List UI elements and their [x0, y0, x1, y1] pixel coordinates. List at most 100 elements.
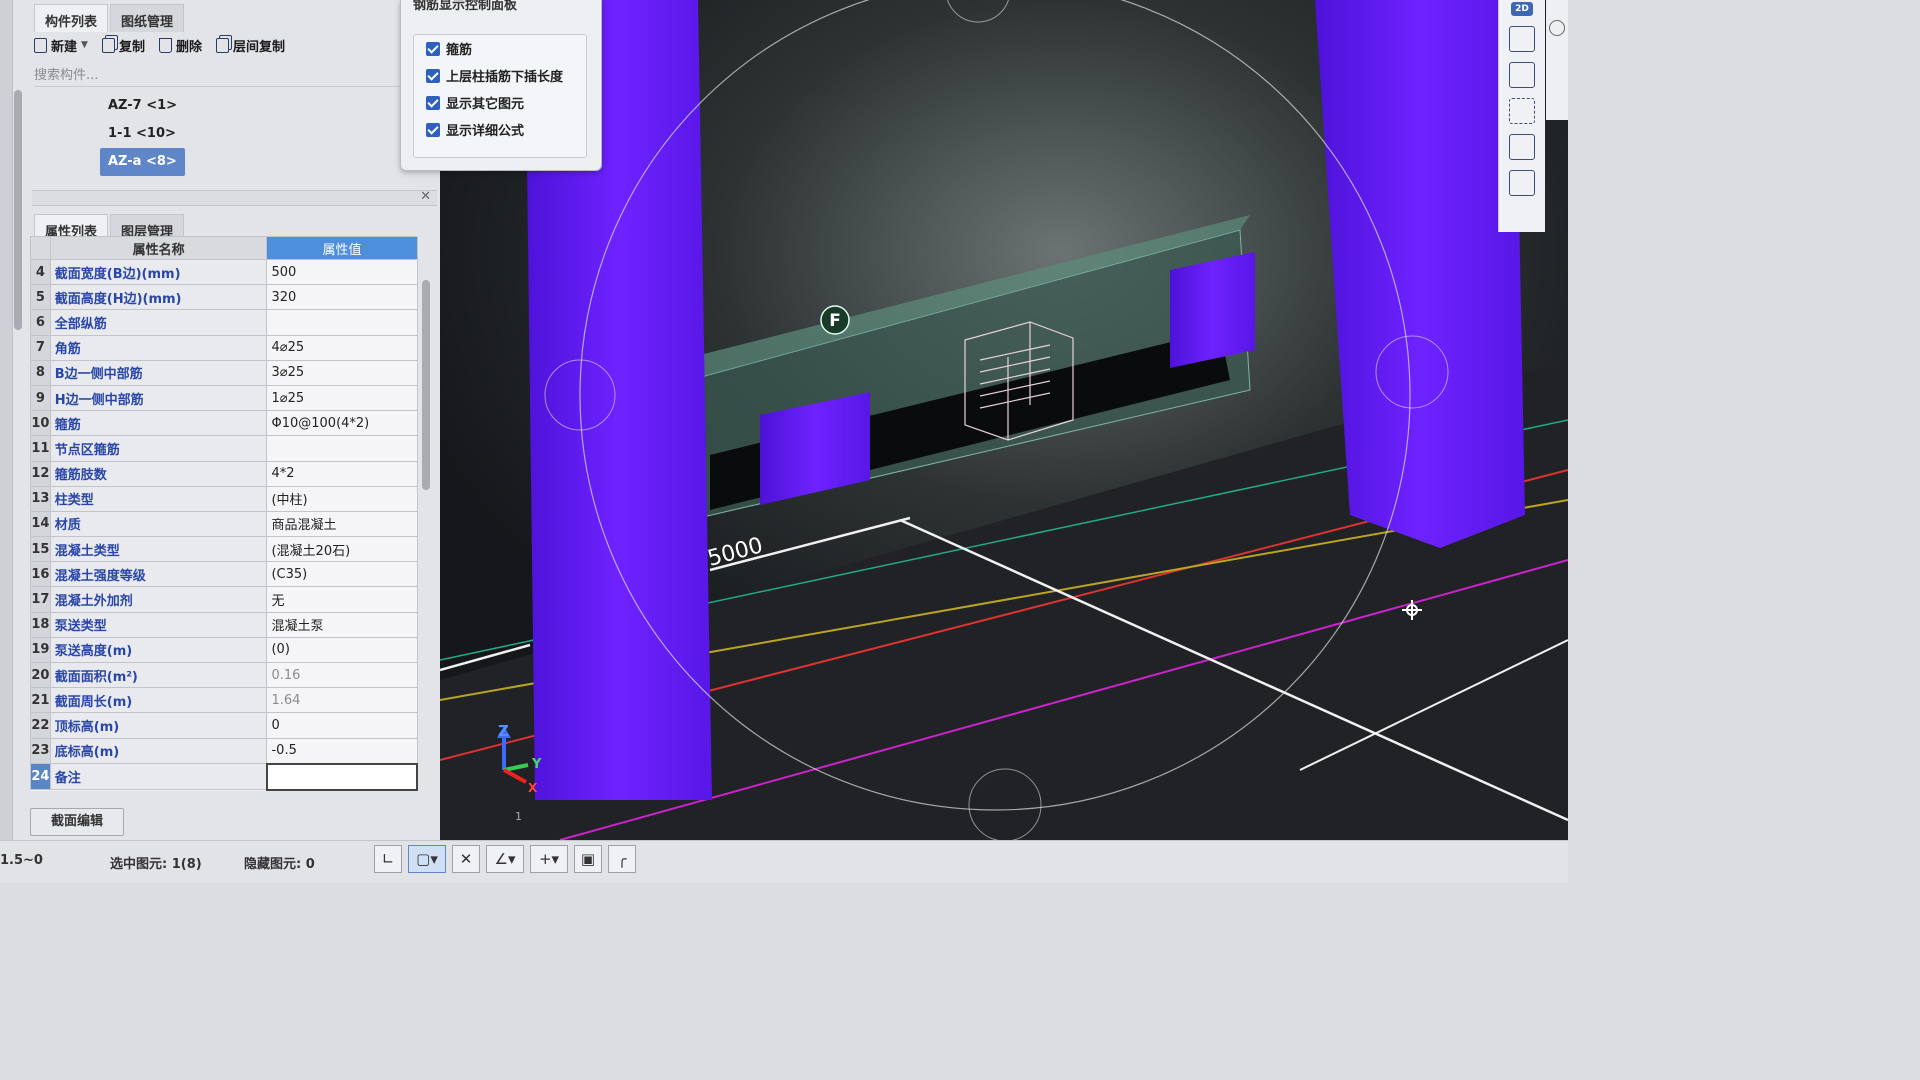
- new-button[interactable]: 新建 ▼: [34, 36, 88, 55]
- property-value[interactable]: 无: [266, 586, 418, 613]
- property-value[interactable]: 4*2: [266, 460, 418, 487]
- column-header-name[interactable]: 属性名称: [49, 236, 268, 260]
- property-value[interactable]: 1⌀25: [266, 384, 418, 412]
- tab-drawing-management[interactable]: 图纸管理: [110, 4, 185, 32]
- tab-component-list[interactable]: 构件列表: [34, 4, 109, 32]
- fit-view-icon[interactable]: [1509, 98, 1535, 124]
- property-value[interactable]: (混凝土20石): [266, 536, 418, 563]
- property-value[interactable]: 混凝土泵: [266, 611, 418, 638]
- close-icon[interactable]: ✕: [420, 189, 431, 204]
- column-header-value[interactable]: 属性值: [266, 236, 418, 260]
- table-row[interactable]: 22 顶标高(m) 0: [30, 712, 418, 739]
- table-row[interactable]: 14 材质 商品混凝土: [30, 510, 418, 538]
- checkbox-label: 显示其它图元: [446, 97, 525, 112]
- chevron-down-icon[interactable]: ▼: [81, 40, 88, 50]
- property-name: 全部纵筋: [49, 309, 268, 336]
- layer-display-icon[interactable]: ▣: [574, 845, 602, 873]
- delete-button[interactable]: 删除: [158, 36, 202, 55]
- table-row[interactable]: 17 混凝土外加剂无: [30, 586, 418, 613]
- table-row[interactable]: 20 截面面积(m²) 0.16: [30, 661, 418, 689]
- property-value[interactable]: Φ10@100(4*2): [266, 410, 418, 437]
- table-row[interactable]: 4 截面宽度(B边)(mm) 500: [30, 258, 418, 286]
- table-row[interactable]: 6 全部纵筋: [30, 309, 418, 336]
- table-row[interactable]: 9 H边一侧中部筋 1⌀25: [30, 384, 418, 412]
- view-iso-icon[interactable]: [1509, 62, 1535, 88]
- property-value[interactable]: (0): [266, 636, 418, 664]
- property-value[interactable]: 320: [266, 284, 418, 311]
- list-item-selected[interactable]: AZ-a <8>: [100, 148, 340, 176]
- arc-icon[interactable]: ╭: [608, 845, 636, 873]
- list-item[interactable]: 1-1 <10>: [100, 120, 340, 148]
- select-box-icon[interactable]: ▢▾: [408, 845, 446, 873]
- property-value[interactable]: [266, 309, 418, 336]
- floor-copy-icon: [215, 37, 229, 53]
- floor-copy-button[interactable]: 层间复制: [215, 36, 285, 55]
- property-name: 节点区箍筋: [49, 435, 268, 462]
- table-row[interactable]: 11 节点区箍筋: [30, 435, 418, 462]
- property-value[interactable]: (C35): [266, 561, 418, 588]
- table-row[interactable]: 23 底标高(m) -0.5: [30, 737, 418, 765]
- checkbox-checked-icon[interactable]: [426, 95, 440, 110]
- property-value[interactable]: 0: [266, 712, 418, 739]
- component-list: AZ-7 <1> 1-1 <10> AZ-a <8>: [100, 92, 340, 176]
- hidden-count: 隐藏图元: 0: [244, 857, 315, 872]
- view-2d-button[interactable]: 2D: [1511, 2, 1533, 16]
- property-value[interactable]: [265, 762, 419, 791]
- checkbox-stirrup[interactable]: 箍筋: [414, 35, 586, 62]
- property-value[interactable]: 3⌀25: [266, 359, 418, 386]
- 3d-viewport[interactable]: F 5000 Z Y X 1 2D: [440, 0, 1568, 840]
- ortho-icon[interactable]: ∟: [374, 845, 402, 873]
- property-value[interactable]: 4⌀25: [266, 334, 418, 361]
- checkbox-upper-insert-length[interactable]: 上层柱插筋下插长度: [414, 62, 586, 89]
- table-row[interactable]: 10 箍筋 Φ10@100(4*2): [30, 410, 418, 437]
- checkbox-show-other-elements[interactable]: 显示其它图元: [414, 89, 586, 116]
- property-value[interactable]: 0.16: [266, 661, 418, 689]
- row-number: 19: [30, 636, 51, 664]
- checkbox-show-formula[interactable]: 显示详细公式: [414, 116, 586, 143]
- view-3d-box-icon[interactable]: [1509, 26, 1535, 52]
- orbit-icon[interactable]: [1549, 20, 1565, 36]
- table-row[interactable]: 24 备注: [30, 762, 419, 791]
- property-name: B边一侧中部筋: [49, 359, 268, 386]
- panel-splitter[interactable]: ✕: [32, 189, 437, 206]
- property-name: 角筋: [49, 334, 268, 361]
- property-value[interactable]: [266, 435, 418, 462]
- table-row[interactable]: 13 柱类型 (中柱): [30, 485, 418, 512]
- left-strip-scrollbar[interactable]: [14, 90, 22, 330]
- property-value[interactable]: (中柱): [266, 485, 418, 512]
- checkbox-label: 显示详细公式: [446, 124, 525, 139]
- row-number: 8: [30, 359, 51, 386]
- list-item-label: AZ-7 <1>: [108, 98, 178, 113]
- angle-icon[interactable]: ∠▾: [486, 845, 524, 873]
- property-value[interactable]: -0.5: [266, 737, 418, 765]
- table-row[interactable]: 16 混凝土强度等级 (C35): [30, 561, 418, 588]
- checkbox-checked-icon[interactable]: [426, 41, 440, 56]
- table-row[interactable]: 12 箍筋肢数 4*2: [30, 460, 418, 487]
- snap-point-icon[interactable]: +▾: [530, 845, 568, 873]
- property-value[interactable]: 1.64: [266, 687, 418, 714]
- cross-select-icon[interactable]: ✕: [452, 845, 480, 873]
- list-item[interactable]: AZ-7 <1>: [100, 92, 340, 120]
- table-row[interactable]: 8 B边一侧中部筋 3⌀25: [30, 359, 418, 386]
- search-input[interactable]: 搜索构件...: [34, 64, 404, 87]
- row-number: 15: [30, 536, 51, 563]
- property-scrollbar[interactable]: [422, 280, 430, 490]
- property-name: 泵送类型: [49, 611, 268, 638]
- table-row[interactable]: 21 截面周长(m) 1.64: [30, 687, 418, 714]
- section-edit-button[interactable]: 截面编辑: [30, 808, 124, 836]
- display-settings-icon[interactable]: [1509, 170, 1535, 196]
- property-value[interactable]: 500: [266, 258, 418, 286]
- table-row[interactable]: 5 截面高度(H边)(mm) 320: [30, 284, 418, 311]
- cube-view-icon[interactable]: [1509, 134, 1535, 160]
- column-small[interactable]: [1170, 252, 1255, 368]
- copy-button[interactable]: 复制: [101, 36, 145, 55]
- table-row[interactable]: 7 角筋 4⌀25: [30, 334, 418, 361]
- property-value[interactable]: 商品混凝土: [266, 510, 418, 538]
- checkbox-checked-icon[interactable]: [426, 68, 440, 83]
- table-row[interactable]: 18 泵送类型 混凝土泵: [30, 611, 418, 638]
- row-number: 9: [30, 384, 51, 412]
- table-row[interactable]: 19 泵送高度(m) (0): [30, 636, 418, 664]
- row-number: 16: [30, 561, 51, 588]
- table-row[interactable]: 15 混凝土类型 (混凝土20石): [30, 536, 418, 563]
- checkbox-checked-icon[interactable]: [426, 122, 440, 137]
